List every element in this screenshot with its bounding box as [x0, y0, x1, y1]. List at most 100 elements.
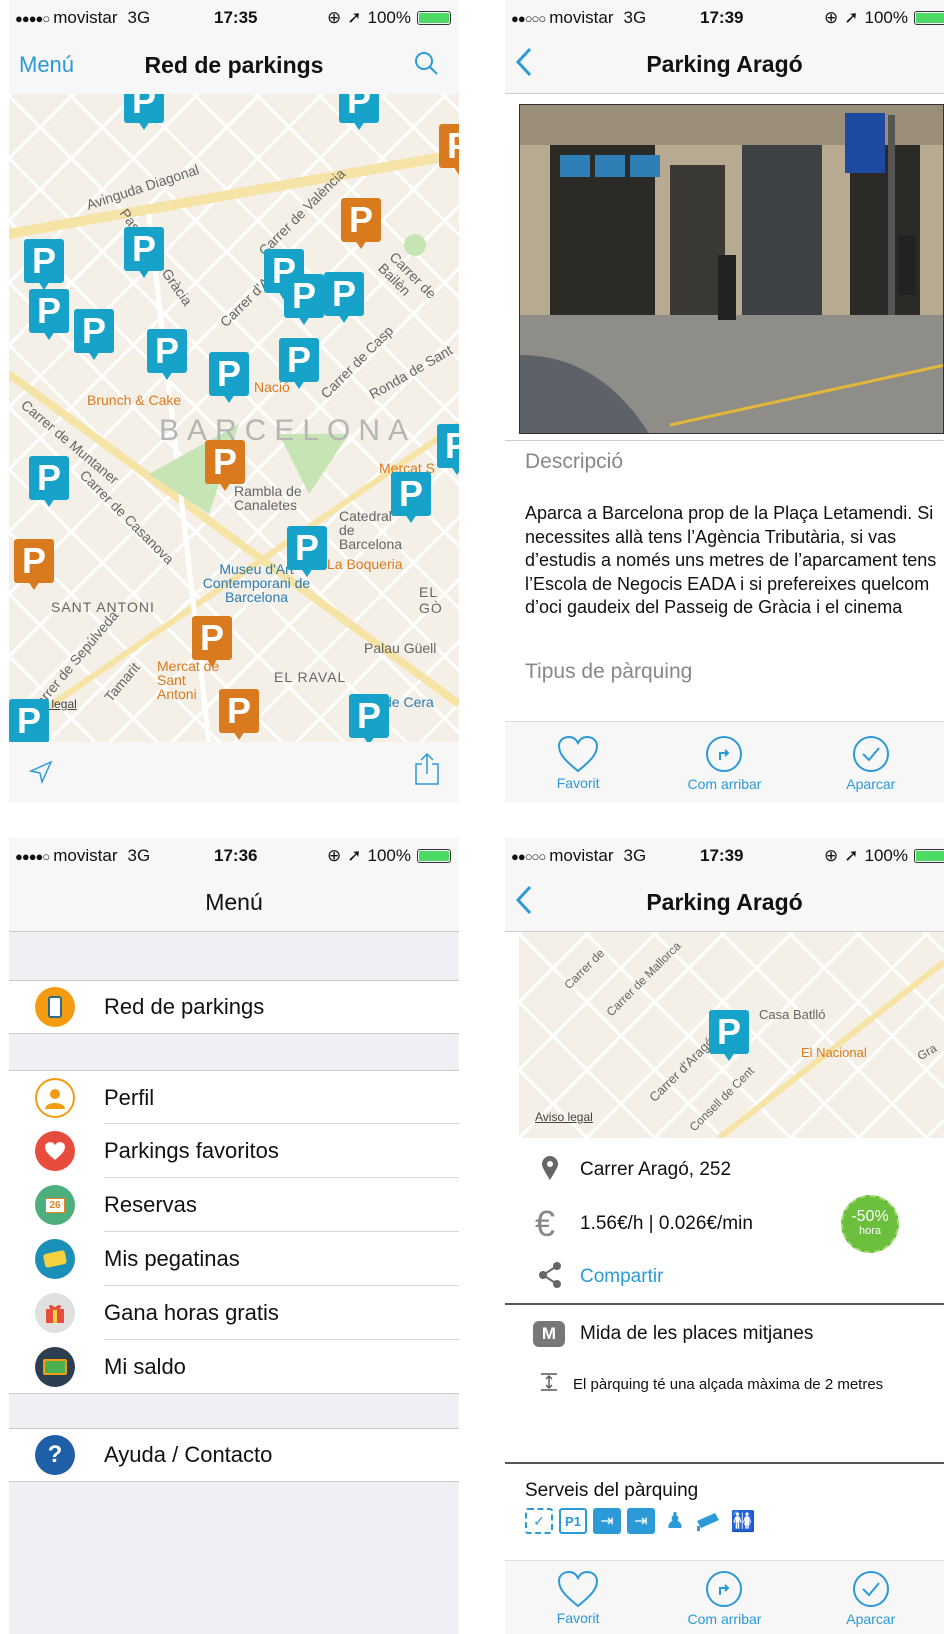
- battery-icon: [914, 849, 944, 863]
- parking-pin[interactable]: P: [439, 124, 459, 176]
- page-title: Menú: [205, 889, 263, 915]
- gift-icon: [35, 1293, 75, 1333]
- clock: 17:39: [700, 8, 744, 27]
- help-icon: ?: [35, 1435, 75, 1475]
- signal-strength: ●●●●○: [15, 848, 50, 864]
- favorite-button[interactable]: Favorit: [518, 1570, 638, 1626]
- floor-p1-icon: P1: [559, 1508, 587, 1534]
- parking-pin[interactable]: P: [147, 329, 187, 381]
- parking-pin[interactable]: P: [339, 94, 379, 131]
- menu-button[interactable]: Menú: [19, 52, 74, 78]
- action-bar: Favorit Com arribar Aparcar: [505, 721, 944, 803]
- directions-icon: [706, 1570, 743, 1607]
- parking-pin[interactable]: P: [324, 272, 364, 324]
- discount-badge: -50% hora: [841, 1195, 899, 1253]
- parking-pin[interactable]: P: [9, 699, 49, 742]
- signal-strength: ●●○○○: [511, 848, 546, 864]
- park-button[interactable]: Aparcar: [811, 1569, 931, 1627]
- services-heading: Serveis del pàrquing: [525, 1480, 699, 1501]
- directions-button[interactable]: Com arribar: [664, 734, 784, 792]
- network-type: 3G: [127, 846, 151, 865]
- map-label: de Cera: [384, 694, 434, 710]
- location-arrow-icon: ➚: [844, 8, 859, 27]
- security-guard-icon: ♟: [665, 1508, 685, 1533]
- battery-percent: 100%: [864, 846, 908, 865]
- size-line: M Mida de les places mitjanes: [505, 1307, 944, 1361]
- menu-item-profile[interactable]: Perfil: [9, 1070, 459, 1124]
- clock: 17:39: [700, 846, 744, 865]
- height-text: El pàrquing té una alçada màxima de 2 me…: [573, 1375, 884, 1393]
- parking-pin[interactable]: P: [205, 440, 245, 492]
- page-title: Parking Aragó: [646, 51, 803, 77]
- status-bar: ●●●●○ movistar 3G 17:35 ⊕ ➚ 100%: [9, 0, 459, 36]
- menu-item-help[interactable]: ? Ayuda / Contacto: [9, 1428, 459, 1482]
- favorite-button[interactable]: Favorit: [518, 735, 638, 791]
- reservation-icon: ✓: [525, 1508, 553, 1534]
- directions-button[interactable]: Com arribar: [664, 1569, 784, 1627]
- signal-strength: ●●○○○: [511, 10, 546, 26]
- parking-pin[interactable]: P: [209, 352, 249, 404]
- height-row: El pàrquing té una alçada màxima de 2 me…: [505, 1357, 944, 1411]
- battery-icon: [417, 849, 451, 863]
- nav-bar: Parking Aragó: [505, 36, 944, 94]
- map-label: BARCELONA: [159, 414, 417, 447]
- parking-pin[interactable]: P: [279, 338, 319, 390]
- wallet-icon: [35, 1346, 75, 1387]
- status-bar: ●●○○○ movistar 3G 17:39 ⊕ ➚ 100%: [505, 838, 944, 874]
- parking-pin[interactable]: P: [709, 1010, 749, 1062]
- parking-pin[interactable]: P: [284, 274, 324, 326]
- network-type: 3G: [623, 8, 647, 27]
- park-button[interactable]: Aparcar: [811, 734, 931, 792]
- parking-pin[interactable]: P: [74, 309, 114, 361]
- parking-pin[interactable]: P: [29, 289, 69, 341]
- back-chevron-icon[interactable]: [515, 885, 533, 921]
- share-icon[interactable]: [413, 752, 441, 791]
- heart-icon: [558, 735, 599, 772]
- parking-pin[interactable]: P: [287, 526, 327, 578]
- parking-pin[interactable]: P: [349, 694, 389, 742]
- legal-link[interactable]: Aviso legal: [535, 1110, 593, 1124]
- parking-pin[interactable]: P: [437, 424, 459, 476]
- map-label: La Boqueria: [327, 556, 403, 572]
- page-title: Parking Aragó: [646, 889, 803, 915]
- parking-map[interactable]: Avinguda Diagonal Carrer de València Car…: [9, 94, 459, 742]
- map-label: El Nacional: [801, 1045, 867, 1060]
- menu-item-stickers[interactable]: Mis pegatinas: [9, 1232, 459, 1286]
- parking-pin[interactable]: P: [192, 616, 232, 668]
- parking-pin[interactable]: P: [391, 472, 431, 524]
- menu-item-balance[interactable]: Mi saldo: [9, 1340, 459, 1394]
- price-text: 1.56€/h | 0.026€/min: [580, 1213, 753, 1234]
- calendar-icon: 26: [35, 1185, 75, 1225]
- parking-photo: [519, 104, 944, 434]
- location-arrow-icon[interactable]: [28, 760, 53, 789]
- search-icon[interactable]: [413, 50, 439, 81]
- description-text: Aparca a Barcelona prop de la Plaça Leta…: [525, 503, 937, 617]
- map-label: Palau Güell: [364, 640, 437, 656]
- parking-pin[interactable]: P: [29, 456, 69, 508]
- menu-item-parking-network[interactable]: Red de parkings: [9, 980, 459, 1034]
- price-row: € 1.56€/h | 0.026€/min -50% hora: [505, 1195, 944, 1253]
- rotation-lock-icon: ⊕: [824, 8, 839, 27]
- parking-pin[interactable]: P: [124, 94, 164, 131]
- parking-pin[interactable]: P: [341, 198, 381, 250]
- address-text: Carrer Aragó, 252: [580, 1159, 732, 1180]
- menu-item-reservations[interactable]: 26 Reservas: [9, 1178, 459, 1232]
- height-icon: [539, 1372, 559, 1397]
- carrier-name: movistar: [53, 8, 118, 27]
- parking-pin[interactable]: P: [219, 689, 259, 741]
- battery-percent: 100%: [367, 846, 411, 865]
- carrier-name: movistar: [549, 8, 614, 27]
- parking-pin[interactable]: P: [124, 227, 164, 279]
- battery-icon: [417, 11, 451, 25]
- restroom-icon: 🚻: [730, 1510, 756, 1533]
- phone-icon: [35, 987, 75, 1027]
- location-map[interactable]: Carrer de Carrer de Mallorca Carrer d'Ar…: [519, 932, 944, 1138]
- parking-pin[interactable]: P: [14, 539, 54, 591]
- parking-pin[interactable]: P: [24, 239, 64, 291]
- screen-menu: ●●●●○ movistar 3G 17:36 ⊕ ➚ 100% Menú Re…: [9, 838, 459, 1634]
- screen-parking-detail: ●●○○○ movistar 3G 17:39 ⊕ ➚ 100% Parking…: [505, 0, 944, 803]
- back-chevron-icon[interactable]: [515, 47, 533, 83]
- menu-item-free-hours[interactable]: Gana horas gratis: [9, 1286, 459, 1340]
- page-title: Red de parkings: [144, 51, 324, 78]
- menu-item-favorites[interactable]: Parkings favoritos: [9, 1124, 459, 1178]
